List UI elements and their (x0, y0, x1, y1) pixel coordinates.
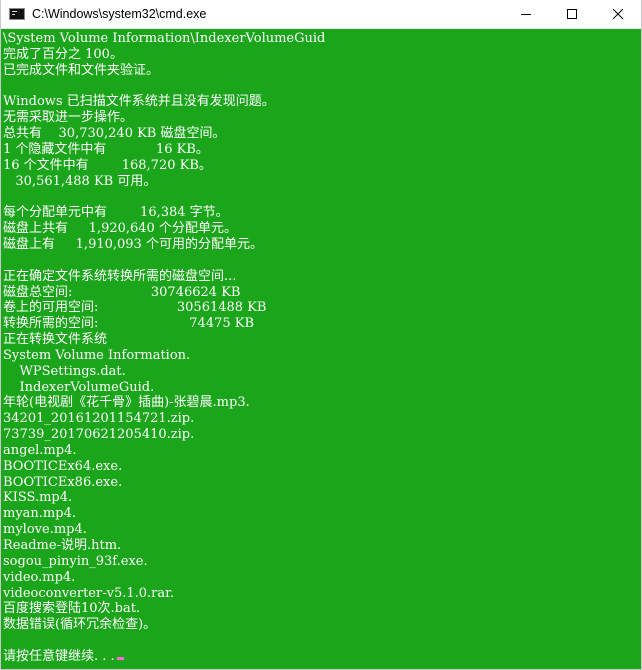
console-line: 转换所需的空间: 74475 KB (3, 316, 255, 332)
console-line: 磁盘上有 1,910,093 个可用的分配单元。 (3, 236, 263, 252)
prompt-text: 请按任意键继续. . . (3, 648, 115, 664)
console-line: 正在转换文件系统 (3, 332, 108, 348)
console-line: System Volume Information. (3, 347, 191, 363)
console-line: KISS.mp4. (3, 490, 73, 506)
console-line: video.mp4. (3, 569, 76, 585)
console-line: 已完成文件和文件夹验证。 (3, 62, 160, 78)
console-line: 1 个隐藏文件中有 16 KB。 (3, 141, 209, 157)
console-line: 磁盘总空间: 30746624 KB (3, 284, 241, 300)
minimize-icon (521, 14, 531, 15)
console-line: 磁盘上共有 1,920,640 个分配单元。 (3, 221, 237, 237)
text-cursor (116, 656, 124, 660)
console-line: 完成了百分之 100。 (3, 46, 123, 62)
console-line: 34201_20161201154721.zip. (3, 411, 195, 427)
console-line: 30,561,488 KB 可用。 (3, 173, 157, 189)
console-line: 总共有 30,730,240 KB 磁盘空间。 (3, 126, 226, 142)
console-line: IndexerVolumeGuid. (3, 379, 155, 395)
maximize-button[interactable] (549, 0, 595, 28)
cmd-console-icon[interactable] (9, 8, 25, 20)
console-line: BOOTICEx64.exe. (3, 458, 123, 474)
console-line: \System Volume Information\IndexerVolume… (3, 31, 326, 46)
close-button[interactable] (595, 0, 641, 28)
console-line: mylove.mp4. (3, 522, 87, 538)
console-line: 73739_20170621205410.zip. (3, 427, 195, 443)
title-bar[interactable]: C:\Windows\system32\cmd.exe (1, 0, 641, 29)
console-line: videoconverter-v5.1.0.rar. (3, 585, 175, 601)
console-line: sogou_pinyin_93f.exe. (3, 553, 148, 569)
console-line: 年轮(电视剧《花千骨》插曲)-张碧晨.mp3. (3, 395, 250, 411)
maximize-icon (567, 9, 577, 19)
console-line: 无需采取进一步操作。 (3, 110, 134, 126)
cmd-window: C:\Windows\system32\cmd.exe \System Volu… (0, 0, 642, 670)
console-line: myan.mp4. (3, 506, 76, 522)
window-title: C:\Windows\system32\cmd.exe (32, 7, 207, 21)
console-line: Readme-说明.htm. (3, 538, 122, 553)
console-output[interactable]: \System Volume Information\IndexerVolume… (1, 29, 641, 669)
close-icon (613, 9, 623, 19)
console-line: 数据错误(循环冗余检查)。 (3, 617, 157, 633)
prompt-line: 请按任意键继续. . . (3, 649, 641, 665)
console-line: angel.mp4. (3, 442, 77, 458)
console-line: 16 个文件中有 168,720 KB。 (3, 157, 212, 173)
minimize-button[interactable] (503, 0, 549, 28)
console-line: BOOTICEx86.exe. (3, 474, 123, 490)
console-line: WPSettings.dat. (3, 363, 126, 379)
console-line: Windows 已扫描文件系统并且没有发现问题。 (3, 94, 275, 110)
console-line: 每个分配单元中有 16,384 字节。 (3, 205, 229, 221)
console-line: 百度搜索登陆10次.bat. (3, 601, 141, 617)
console-line: 卷上的可用空间: 30561488 KB (3, 300, 267, 316)
console-line: 正在确定文件系统转换所需的磁盘空间... (3, 268, 237, 284)
